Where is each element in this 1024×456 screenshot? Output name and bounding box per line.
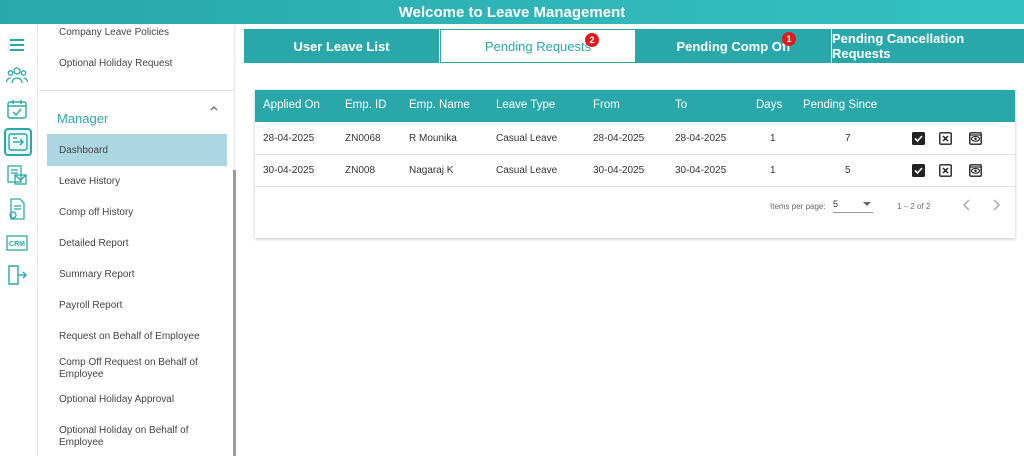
view-eye-icon[interactable] bbox=[969, 132, 982, 145]
sidebar-item-payroll-report[interactable]: Payroll Report bbox=[59, 300, 229, 312]
crm-icon[interactable]: CRM bbox=[4, 230, 30, 256]
previous-page-icon[interactable] bbox=[961, 198, 973, 217]
table-row: 30-04-2025 ZN008 Nagaraj K Casual Leave … bbox=[255, 155, 1015, 187]
view-eye-icon[interactable] bbox=[969, 164, 982, 177]
sidebar-item-summary-report[interactable]: Summary Report bbox=[59, 269, 229, 281]
sidebar: Company Leave Policies Optional Holiday … bbox=[39, 24, 235, 456]
mail-report-icon[interactable] bbox=[4, 162, 30, 188]
page-size-select[interactable]: 5 bbox=[833, 199, 873, 213]
column-header: Days bbox=[756, 99, 783, 111]
table-row: 28-04-2025 ZN0068 R Mounika Casual Leave… bbox=[255, 123, 1015, 155]
sidebar-item-optional-holiday-on-behalf[interactable]: Optional Holiday on Behalf of Employee bbox=[59, 425, 229, 449]
transfer-icon[interactable] bbox=[4, 128, 32, 156]
cell-days: 1 bbox=[770, 165, 776, 176]
pending-requests-table: Applied On Emp. ID Emp. Name Leave Type … bbox=[255, 90, 1015, 238]
sidebar-item-request-on-behalf[interactable]: Request on Behalf of Employee bbox=[59, 331, 229, 343]
app-title: Welcome to Leave Management bbox=[398, 3, 626, 21]
items-per-page-label: Items per page: bbox=[770, 202, 826, 211]
cell-emp-name: Nagaraj K bbox=[409, 165, 454, 176]
tab-user-leave-list[interactable]: User Leave List bbox=[244, 29, 440, 63]
page-size-value: 5 bbox=[833, 199, 839, 209]
approve-checkbox-icon[interactable] bbox=[912, 132, 925, 145]
invoice-icon[interactable] bbox=[4, 196, 30, 222]
cell-days: 1 bbox=[770, 133, 776, 144]
tab-bar: User Leave List Pending Requests 2 Pendi… bbox=[244, 29, 1024, 63]
cell-to: 30-04-2025 bbox=[675, 165, 727, 176]
column-header: Emp. ID bbox=[345, 99, 387, 111]
tab-pending-comp-off[interactable]: Pending Comp Off 1 bbox=[636, 29, 832, 63]
cell-applied-on: 28-04-2025 bbox=[263, 133, 315, 144]
cell-emp-name: R Mounika bbox=[409, 133, 457, 144]
cell-emp-id: ZN008 bbox=[345, 165, 376, 176]
column-header: Pending Since bbox=[803, 99, 878, 111]
app-header: Welcome to Leave Management bbox=[0, 0, 1024, 24]
tab-label: Pending Requests bbox=[484, 38, 592, 54]
next-page-icon[interactable] bbox=[990, 198, 1002, 217]
dropdown-arrow-icon bbox=[863, 202, 871, 206]
tab-label: Pending Comp Off bbox=[676, 38, 791, 54]
column-header: Applied On bbox=[263, 99, 320, 111]
logout-icon[interactable] bbox=[4, 262, 30, 288]
sidebar-item-comp-off-history[interactable]: Comp off History bbox=[59, 207, 229, 219]
sidebar-item-detailed-report[interactable]: Detailed Report bbox=[59, 238, 229, 250]
tab-pending-cancellation[interactable]: Pending Cancellation Requests bbox=[832, 29, 1024, 63]
sidebar-item-company-leave-policies[interactable]: Company Leave Policies bbox=[59, 27, 229, 39]
pending-comp-off-badge: 1 bbox=[782, 32, 796, 46]
cell-pending-since: 7 bbox=[845, 133, 851, 144]
cell-emp-id: ZN0068 bbox=[345, 133, 381, 144]
cell-pending-since: 5 bbox=[845, 165, 851, 176]
column-header: From bbox=[593, 99, 620, 111]
cell-leave-type: Casual Leave bbox=[496, 165, 558, 176]
tab-pending-requests[interactable]: Pending Requests 2 bbox=[440, 29, 636, 63]
column-header: Emp. Name bbox=[409, 99, 470, 111]
crm-icon-text: CRM bbox=[9, 241, 25, 248]
reject-box-icon[interactable] bbox=[939, 164, 952, 177]
sidebar-item-optional-holiday-request[interactable]: Optional Holiday Request bbox=[59, 58, 229, 70]
page-range-label: 1 – 2 of 2 bbox=[897, 202, 931, 211]
pending-requests-badge: 2 bbox=[585, 33, 599, 47]
tab-label: User Leave List bbox=[293, 38, 390, 54]
sidebar-item-comp-off-on-behalf[interactable]: Comp Off Request on Behalf of Employee bbox=[59, 357, 199, 381]
sidebar-section-manager[interactable]: Manager bbox=[57, 111, 108, 126]
sidebar-item-optional-holiday-approval[interactable]: Optional Holiday Approval bbox=[59, 394, 229, 406]
sidebar-item-leave-history[interactable]: Leave History bbox=[59, 176, 229, 188]
tab-label: Pending Cancellation Requests bbox=[832, 31, 965, 61]
cell-from: 30-04-2025 bbox=[593, 165, 645, 176]
reject-box-icon[interactable] bbox=[939, 132, 952, 145]
column-header: Leave Type bbox=[496, 99, 556, 111]
sidebar-scrollbar-thumb[interactable] bbox=[233, 170, 236, 456]
cell-from: 28-04-2025 bbox=[593, 133, 645, 144]
cell-to: 28-04-2025 bbox=[675, 133, 727, 144]
approve-checkbox-icon[interactable] bbox=[912, 164, 925, 177]
cell-leave-type: Casual Leave bbox=[496, 133, 558, 144]
menu-icon[interactable] bbox=[4, 32, 30, 58]
sidebar-item-dashboard[interactable]: Dashboard bbox=[59, 145, 229, 157]
calendar-check-icon[interactable] bbox=[4, 96, 30, 122]
icon-rail: CRM bbox=[0, 24, 38, 456]
team-icon[interactable] bbox=[4, 62, 30, 88]
column-header: To bbox=[675, 99, 688, 111]
sidebar-divider bbox=[39, 90, 235, 91]
table-header: Applied On Emp. ID Emp. Name Leave Type … bbox=[255, 90, 1015, 122]
chevron-up-icon[interactable] bbox=[209, 102, 219, 116]
cell-applied-on: 30-04-2025 bbox=[263, 165, 315, 176]
